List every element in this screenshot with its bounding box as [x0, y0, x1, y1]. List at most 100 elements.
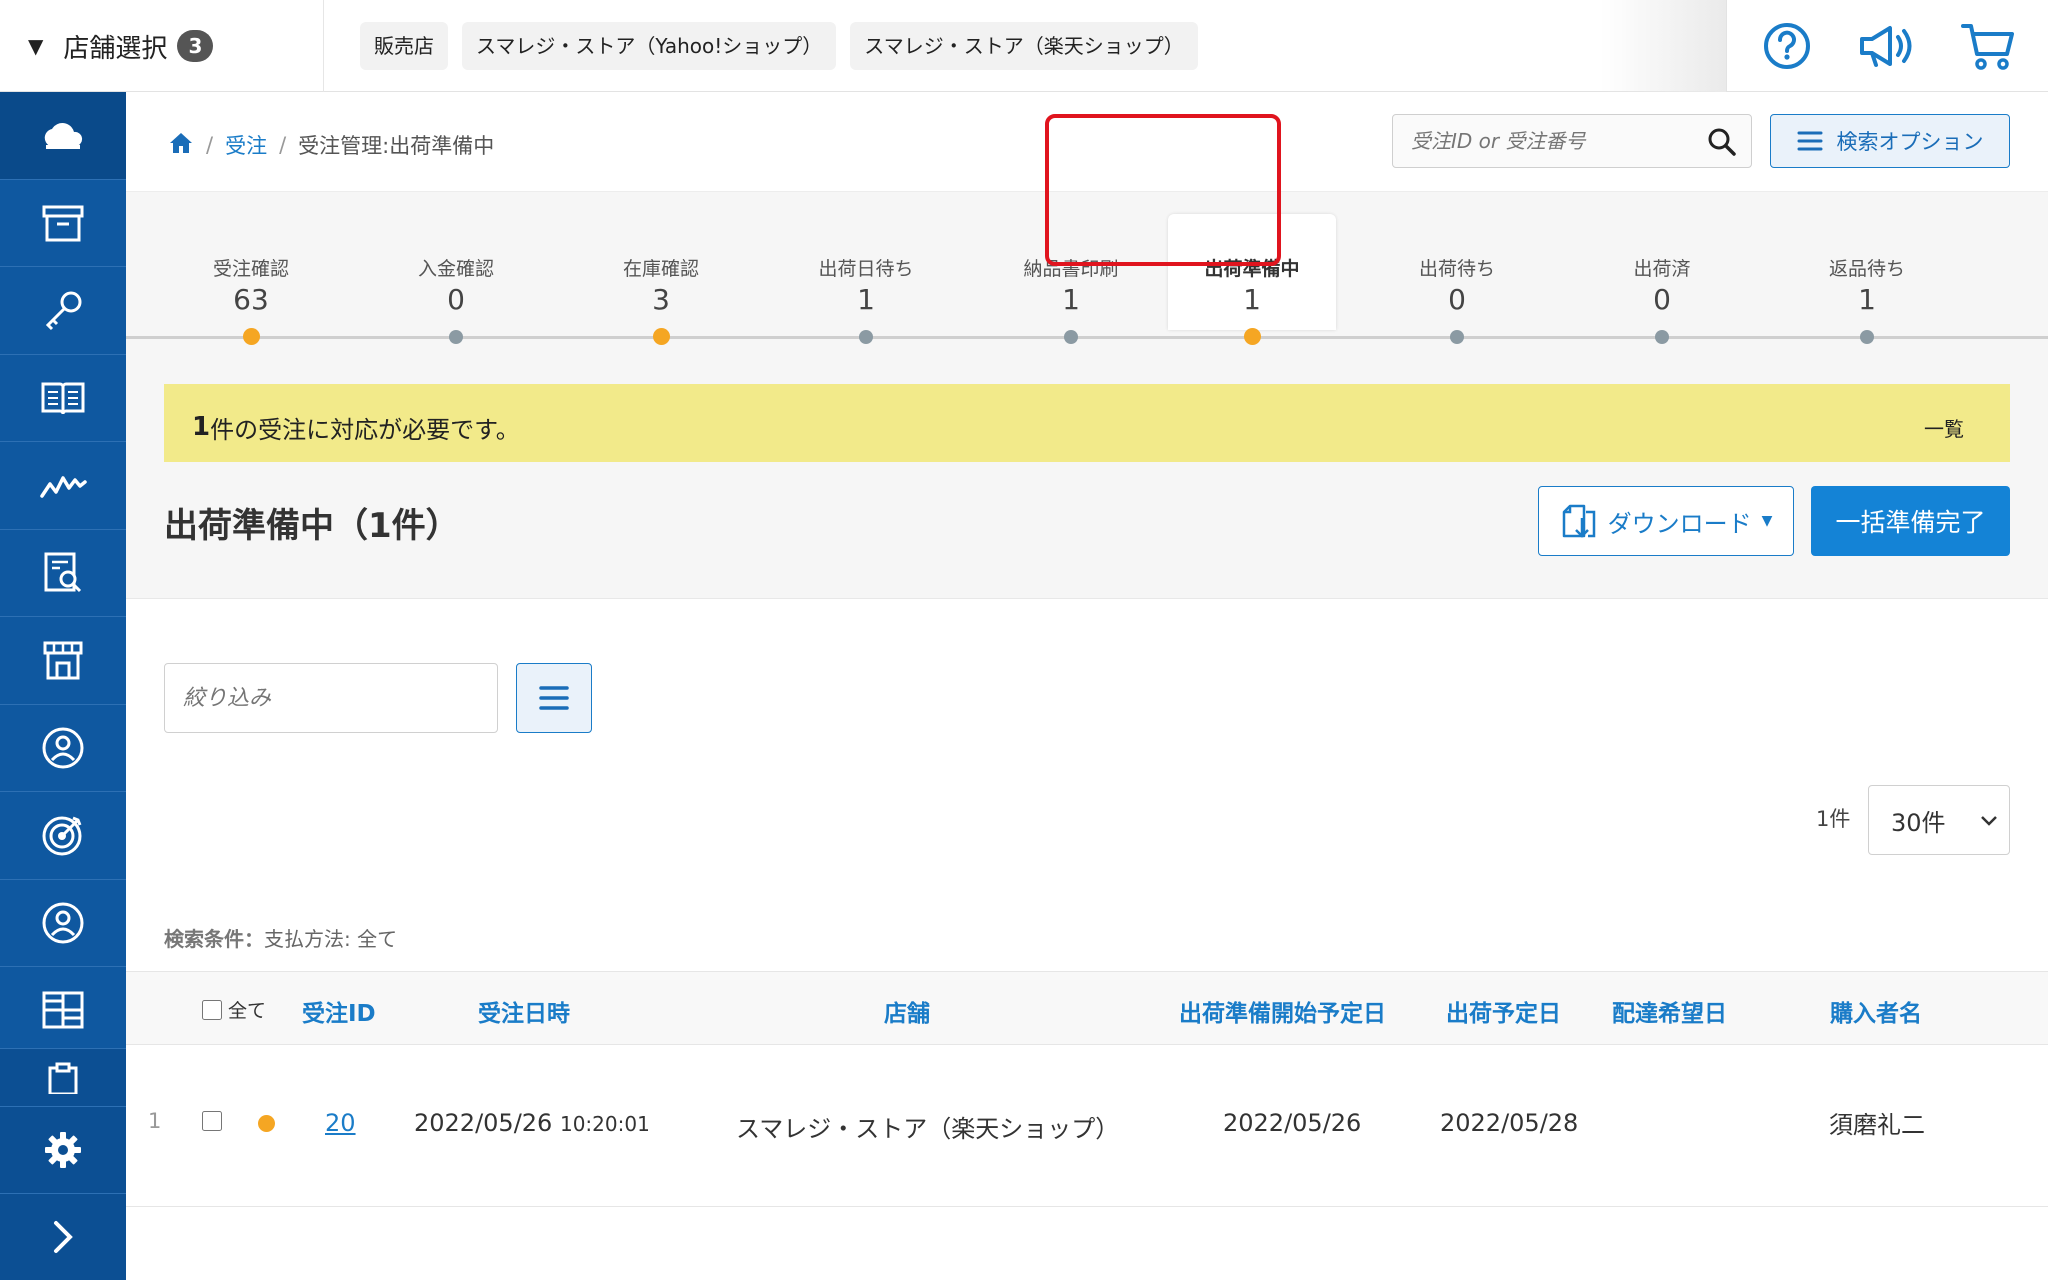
- sidebar-item-archive[interactable]: [0, 180, 126, 267]
- step-status-dot: [449, 330, 463, 344]
- list-area: 1件 30件 検索条件：支払方法: 全て 全て 受注ID 受注日時 店舗 出荷準…: [126, 598, 2048, 1280]
- step-count: 63: [233, 283, 269, 316]
- step-status-dot: [1655, 330, 1669, 344]
- column-header-id[interactable]: 受注ID: [302, 994, 376, 1028]
- step-shipping-prep[interactable]: 出荷準備中 1: [1167, 254, 1337, 345]
- select-all-label: 全て: [228, 1000, 267, 1022]
- column-header-ship-date[interactable]: 出荷予定日: [1446, 994, 1561, 1028]
- store-tags: 販売店 スマレジ・ストア（Yahoo!ショップ） スマレジ・ストア（楽天ショップ…: [360, 22, 1198, 70]
- steps-line: [126, 336, 2048, 339]
- filter-input[interactable]: [183, 685, 483, 711]
- action-required-alert: 1 件の受注に対応が必要です。 一覧: [164, 384, 2010, 470]
- step-invoice-print[interactable]: 納品書印刷 1: [986, 254, 1156, 344]
- step-status-dot: [653, 328, 670, 345]
- store-tag[interactable]: スマレジ・ストア（楽天ショップ）: [850, 22, 1198, 70]
- sidebar-item-book[interactable]: [0, 355, 126, 442]
- target-icon: [42, 816, 82, 856]
- step-return-wait[interactable]: 返品待ち 1: [1782, 254, 1952, 344]
- clipboard-icon: [48, 1062, 78, 1094]
- search-options-label: 検索オプション: [1836, 130, 1984, 154]
- sidebar-item-report[interactable]: [0, 530, 126, 617]
- home-icon[interactable]: [168, 131, 194, 160]
- book-icon: [41, 382, 85, 415]
- scroll-fade: [1600, 0, 1726, 92]
- sidebar-item-analytics[interactable]: [0, 442, 126, 530]
- step-status-dot: [1244, 328, 1261, 345]
- grid-icon: [42, 991, 84, 1029]
- step-shipped[interactable]: 出荷済 0: [1577, 254, 1747, 344]
- step-shipping-wait[interactable]: 出荷待ち 0: [1372, 254, 1542, 344]
- step-status-dot: [1450, 330, 1464, 344]
- menu-icon: [1797, 131, 1822, 151]
- sidebar-item-clipboard[interactable]: [0, 1048, 126, 1106]
- per-page-select[interactable]: 30件: [1868, 785, 2010, 855]
- column-header-prep-start[interactable]: 出荷準備開始予定日: [1179, 994, 1386, 1028]
- order-search-box: [1392, 114, 1752, 168]
- sidebar-item-store[interactable]: [0, 617, 126, 705]
- step-count: 0: [447, 283, 465, 316]
- download-label: ダウンロード: [1607, 509, 1752, 538]
- key-icon: [45, 291, 82, 331]
- column-header-date[interactable]: 受注日時: [478, 994, 570, 1028]
- sidebar-item-customer[interactable]: [0, 705, 126, 792]
- sidebar-item-apps[interactable]: [0, 967, 126, 1055]
- sidebar-expand-button[interactable]: [0, 1193, 126, 1280]
- alert-list-link[interactable]: 一覧: [1924, 413, 1964, 442]
- order-buyer: 須磨礼二: [1829, 1111, 1925, 1139]
- select-all-checkbox[interactable]: [202, 999, 222, 1020]
- column-header-buyer[interactable]: 購入者名: [1830, 994, 1922, 1028]
- filter-box: [164, 663, 498, 733]
- table-row: 1 20 2022/05/26 10:20:01 スマレジ・ストア（楽天ショップ…: [126, 1045, 2048, 1207]
- store-tag[interactable]: スマレジ・ストア（Yahoo!ショップ）: [462, 22, 837, 70]
- download-icon: [1562, 504, 1595, 538]
- status-steps: 受注確認 63 入金確認 0 在庫確認 3 出荷日待ち 1 納品書印刷 1 出荷…: [126, 192, 2048, 372]
- page-title: 出荷準備中（1件）: [164, 506, 460, 546]
- order-id-link[interactable]: 20: [325, 1109, 356, 1137]
- step-order-confirm[interactable]: 受注確認 63: [166, 254, 336, 345]
- order-date: 2022/05/26 10:20:01: [414, 1109, 650, 1137]
- breadcrumb-orders-link[interactable]: 受注: [225, 130, 267, 160]
- title-row: 出荷準備中（1件） ダウンロード ▼ 一括準備完了: [126, 462, 2048, 598]
- step-stock-confirm[interactable]: 在庫確認 3: [576, 254, 746, 345]
- cart-icon[interactable]: [1958, 16, 2018, 76]
- result-count: 1件: [1816, 807, 1851, 831]
- order-search-input[interactable]: [1411, 129, 1701, 153]
- step-count: 1: [1858, 283, 1876, 316]
- chart-line-icon: [40, 476, 87, 498]
- row-checkbox[interactable]: [202, 1111, 222, 1131]
- step-payment-confirm[interactable]: 入金確認 0: [371, 254, 541, 344]
- bulk-complete-button[interactable]: 一括準備完了: [1811, 486, 2010, 556]
- order-date-day: 2022/05/26: [414, 1109, 553, 1137]
- table-header: 全て 受注ID 受注日時 店舗 出荷準備開始予定日 出荷予定日 配達希望日 購入…: [126, 971, 2048, 1045]
- step-label: 出荷待ち: [1418, 258, 1495, 280]
- select-all[interactable]: 全て: [202, 996, 266, 1023]
- download-button[interactable]: ダウンロード ▼: [1538, 486, 1794, 556]
- search-options-button[interactable]: 検索オプション: [1770, 114, 2010, 168]
- breadcrumb: / 受注 / 受注管理:出荷準備中: [168, 130, 494, 160]
- store-tag[interactable]: 販売店: [360, 22, 448, 70]
- conditions-value: 支払方法: 全て: [264, 927, 398, 951]
- search-icon[interactable]: [1707, 127, 1737, 161]
- step-status-dot: [1860, 330, 1874, 344]
- caret-down-icon: ▼: [28, 34, 44, 58]
- sidebar-item-settings[interactable]: [0, 1106, 126, 1193]
- column-header-store[interactable]: 店舗: [884, 994, 930, 1028]
- breadcrumb-separator: /: [206, 133, 214, 157]
- megaphone-icon[interactable]: [1857, 16, 1917, 76]
- sidebar-item-target[interactable]: [0, 792, 126, 880]
- sidebar-item-key[interactable]: [0, 267, 126, 355]
- step-label: 出荷済: [1633, 258, 1691, 280]
- store-select-dropdown[interactable]: ▼ 店舗選択 3: [0, 0, 324, 92]
- alert-message: 件の受注に対応が必要です。: [210, 415, 520, 444]
- sidebar-item-cloud[interactable]: [0, 92, 126, 180]
- step-label: 受注確認: [212, 258, 289, 280]
- header-strip: / 受注 / 受注管理:出荷準備中 検索オプション: [126, 92, 2048, 192]
- per-page-value: 30件: [1891, 808, 1946, 837]
- sidebar-item-member[interactable]: [0, 880, 126, 967]
- step-ship-date-wait[interactable]: 出荷日待ち 1: [781, 254, 951, 344]
- gear-icon: [45, 1132, 81, 1168]
- column-header-delivery[interactable]: 配達希望日: [1612, 994, 1727, 1028]
- status-steps-area: 受注確認 63 入金確認 0 在庫確認 3 出荷日待ち 1 納品書印刷 1 出荷…: [126, 192, 2048, 470]
- help-icon[interactable]: [1757, 16, 1817, 76]
- filter-menu-button[interactable]: [516, 663, 592, 733]
